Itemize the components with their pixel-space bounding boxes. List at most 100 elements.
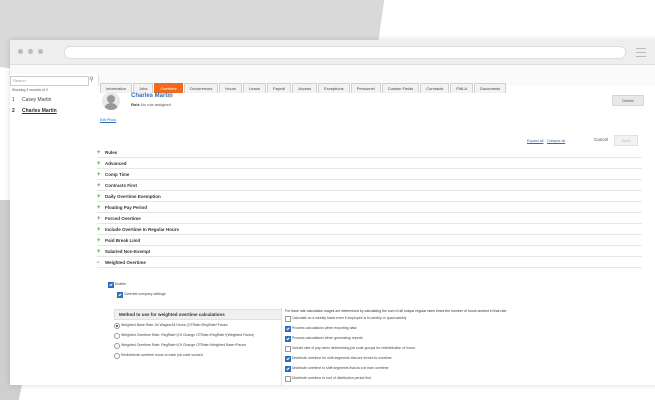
tab-contracts[interactable]: Contracts	[420, 83, 450, 93]
section-label: Daily Overtime Exemption	[105, 194, 161, 199]
tab-hours[interactable]: Hours	[219, 83, 243, 93]
option-checkbox[interactable]	[285, 316, 291, 322]
employee-list-item[interactable]: 2 Charles Martin	[12, 108, 57, 114]
section-label: Floating Pay Period	[105, 205, 148, 210]
window-dot-icon[interactable]	[28, 49, 33, 54]
section-forced-overtime[interactable]: + Forced Overtime	[97, 214, 642, 224]
override-company-settings-checkbox[interactable]	[117, 292, 123, 298]
enable-label: Enable	[115, 282, 126, 286]
window-dot-icon[interactable]	[18, 49, 23, 54]
tab-overtime[interactable]: Overtime	[154, 83, 183, 93]
expand-plus-icon: +	[97, 161, 101, 167]
hamburger-menu-icon[interactable]	[636, 48, 646, 57]
favorite-star-icon[interactable]: ★	[168, 94, 172, 99]
tab-information[interactable]: Information	[100, 83, 133, 93]
section-comp-time[interactable]: + Comp Time	[97, 170, 642, 180]
option-checkbox[interactable]	[285, 356, 291, 362]
section-label: Rules	[105, 150, 118, 155]
tab-exceptions[interactable]: Exceptions	[318, 83, 350, 93]
tab-fmla[interactable]: FMLA	[450, 83, 474, 93]
tab-occurrences[interactable]: Occurrences	[183, 83, 219, 93]
employee-list-item[interactable]: 1 Casey Martin	[12, 97, 51, 103]
section-rules[interactable]: + Rules	[97, 148, 642, 158]
expand-plus-icon: +	[97, 205, 101, 211]
enable-checkbox[interactable]	[108, 282, 114, 288]
url-bar[interactable]	[64, 46, 626, 59]
search-icon[interactable]: ⚲	[87, 76, 96, 85]
option-checkbox[interactable]	[285, 376, 291, 382]
section-paid-break-limit[interactable]: + Paid Break Limit	[97, 236, 642, 246]
method-label: Redistribute overtime hours to each job …	[121, 353, 203, 357]
section-daily-overtime-exemption[interactable]: + Daily Overtime Exemption	[97, 192, 642, 202]
role-line: Role No role assigned	[131, 102, 171, 107]
tab-jobs[interactable]: Jobs	[133, 83, 154, 93]
section-label: Forced Overtime	[105, 216, 141, 221]
expand-all-link[interactable]: Expand all	[527, 139, 543, 143]
tab-leave[interactable]: Leave	[243, 83, 266, 93]
method-label: Weighted Base Rate: All Wages/All Hours …	[121, 323, 228, 327]
delete-button[interactable]: Delete	[612, 95, 644, 106]
option-checkbox[interactable]	[285, 326, 291, 332]
employee-list-panel	[10, 74, 99, 385]
override-company-settings-label: Override company settings	[124, 292, 166, 296]
base-rate-description: For base rate calculation wages are dete…	[285, 309, 507, 313]
section-label: Advanced	[105, 161, 127, 166]
edit-photo-link[interactable]: Edit Photo	[100, 118, 116, 122]
role-label: Role	[131, 102, 140, 107]
employee-name: Charles Martin	[22, 108, 57, 114]
tab-bar: Information Jobs Overtime Occurrences Hours L…	[100, 77, 507, 93]
method-title: Method to use for weighted overtime calc…	[114, 309, 282, 320]
option-label: Calculate on a weekly basis even if empl…	[292, 316, 407, 320]
method-label: Weighted Overtime Rate: RegRate+(Ot Chan…	[121, 343, 247, 347]
collapse-all-link[interactable]: Collapse all	[547, 139, 565, 143]
tab-documents[interactable]: Documents	[474, 83, 507, 93]
section-label: Paid Break Limit	[105, 238, 141, 243]
employee-search-input[interactable]: Search	[10, 76, 89, 86]
section-label: Salaried Non-Exempt	[105, 249, 151, 254]
method-label: Weighted Overtime Rate: RegRate+(Ot Chan…	[121, 333, 255, 337]
section-label: Include Overtime In Regular Hours	[105, 227, 180, 232]
expand-plus-icon: +	[97, 183, 101, 189]
section-label: Weighted Overtime	[105, 260, 146, 265]
employee-name: Casey Martin	[22, 97, 52, 103]
records-count: Showing 2 records of 2	[12, 88, 48, 92]
tab-custom-fields[interactable]: Custom Fields	[381, 83, 420, 93]
option-checkbox[interactable]	[285, 336, 291, 342]
column-divider	[281, 308, 282, 385]
tab-access[interactable]: Access	[292, 83, 318, 93]
section-include-overtime-in-regular-hours[interactable]: + Include Overtime In Regular Hours	[97, 225, 642, 235]
tab-personnel[interactable]: Personnel	[350, 83, 381, 93]
section-advanced[interactable]: + Advanced	[97, 159, 642, 169]
tab-payroll[interactable]: Payroll	[266, 83, 292, 93]
option-label: Distribute overtime for shift segments t…	[292, 356, 392, 360]
expand-plus-icon: +	[97, 150, 101, 156]
option-checkbox[interactable]	[285, 346, 291, 352]
save-button[interactable]: Save	[614, 135, 638, 146]
section-weighted-overtime[interactable]: - Weighted Overtime	[97, 258, 642, 268]
section-floating-pay-period[interactable]: + Floating Pay Period	[97, 203, 642, 213]
section-label: Contracts First	[105, 183, 138, 188]
option-checkbox[interactable]	[285, 366, 291, 372]
record-number: 2	[12, 108, 15, 114]
expand-plus-icon: +	[97, 194, 101, 200]
collapse-minus-icon: -	[97, 260, 99, 266]
employee-name-heading: Charles Martin	[131, 93, 173, 99]
method-radio[interactable]	[114, 323, 120, 329]
method-radio[interactable]	[114, 333, 120, 339]
section-salaried-non-exempt[interactable]: + Salaried Non-Exempt	[97, 247, 642, 257]
option-label: Process calculations when generating rep…	[292, 336, 363, 340]
role-value: No role assigned	[140, 102, 171, 107]
expand-plus-icon: +	[97, 227, 101, 233]
option-label: Distribute overtime to end of distributi…	[292, 376, 371, 380]
section-contracts-first[interactable]: + Contracts First	[97, 181, 642, 191]
expand-plus-icon: +	[97, 172, 101, 178]
method-radio[interactable]	[114, 353, 120, 359]
option-label: Distribute overtime to shift segments th…	[292, 366, 389, 370]
section-label: Comp Time	[105, 172, 130, 177]
option-label: Process calculations when exporting data	[292, 326, 357, 330]
expand-plus-icon: +	[97, 216, 101, 222]
cancel-button[interactable]: Cancel	[594, 137, 608, 142]
option-label: Include rate of pay when determining job…	[292, 346, 415, 350]
method-radio[interactable]	[114, 343, 120, 349]
window-dot-icon[interactable]	[38, 49, 43, 54]
